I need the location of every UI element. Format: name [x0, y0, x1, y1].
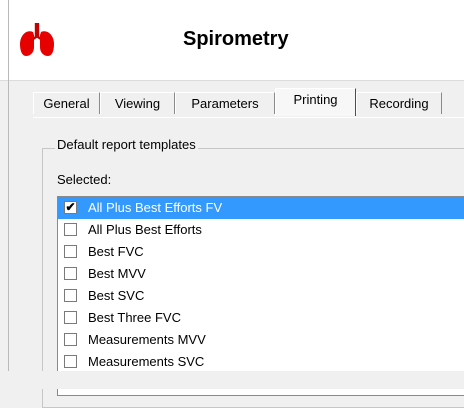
- checkbox[interactable]: [64, 223, 77, 236]
- list-item-label: All Plus Best Efforts FV: [88, 200, 223, 215]
- header-divider: [0, 80, 464, 81]
- checkbox[interactable]: [64, 311, 77, 324]
- dialog-header: Spirometry: [0, 0, 464, 80]
- list-item[interactable]: Best Three FVC: [58, 307, 464, 329]
- list-item[interactable]: Best FVC: [58, 241, 464, 263]
- list-item-label: Best FVC: [88, 244, 144, 259]
- tab-strip: General Viewing Parameters Printing Reco…: [33, 88, 464, 118]
- checkbox[interactable]: [64, 267, 77, 280]
- tab-panel-edge: [33, 117, 464, 118]
- templates-list[interactable]: ✔ All Plus Best Efforts FV All Plus Best…: [57, 196, 464, 396]
- list-item[interactable]: ✔ All Plus Best Efforts FV: [58, 197, 464, 219]
- tab-viewing[interactable]: Viewing: [100, 92, 175, 114]
- selected-label: Selected:: [57, 172, 112, 187]
- bottom-strip: [0, 371, 464, 389]
- list-item[interactable]: Measurements MVV: [58, 329, 464, 351]
- checkbox[interactable]: [64, 245, 77, 258]
- list-item[interactable]: Best SVC: [58, 285, 464, 307]
- checkbox-checked[interactable]: ✔: [64, 201, 77, 214]
- list-item[interactable]: Measurements SVC: [58, 351, 464, 373]
- list-item-label: Best Three FVC: [88, 310, 181, 325]
- list-item-label: Best MVV: [88, 266, 146, 281]
- tab-parameters[interactable]: Parameters: [175, 92, 275, 114]
- window-left-border: [8, 0, 9, 389]
- list-item-label: Measurements SVC: [88, 354, 205, 369]
- list-item[interactable]: All Plus Best Efforts: [58, 219, 464, 241]
- list-item-label: Measurements MVV: [88, 332, 206, 347]
- checkbox[interactable]: [64, 355, 77, 368]
- tab-printing[interactable]: Printing: [275, 88, 356, 116]
- group-legend: Default report templates: [55, 137, 198, 152]
- tab-general[interactable]: General: [33, 92, 100, 114]
- lungs-icon: [20, 23, 54, 56]
- checkbox[interactable]: [64, 289, 77, 302]
- dialog-title: Spirometry: [183, 28, 289, 50]
- list-item[interactable]: Best MVV: [58, 263, 464, 285]
- list-item-label: All Plus Best Efforts: [88, 222, 202, 237]
- tab-recording[interactable]: Recording: [356, 92, 442, 114]
- checkbox[interactable]: [64, 333, 77, 346]
- list-item-label: Best SVC: [88, 288, 145, 303]
